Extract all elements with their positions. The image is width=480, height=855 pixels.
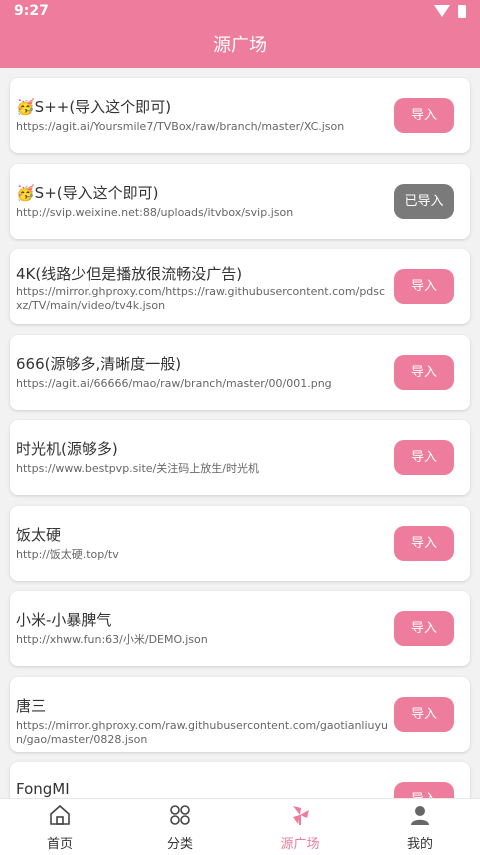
import-button[interactable]: 导入 [394,526,454,561]
source-card: FongMI 导入 [10,762,470,798]
tab-label: 源广场 [280,837,320,852]
category-icon [170,805,190,825]
source-card: 4K(线路少但是播放很流畅没广告) https://mirror.ghproxy… [10,249,470,324]
source-url: https://www.bestpvp.site/关注码上放生/时光机 [16,462,259,475]
home-icon [50,804,70,825]
source-title: 666(源够多,清晰度一般) [16,355,182,373]
tab-label: 首页 [46,837,73,852]
source-title: 4K(线路少但是播放很流畅没广告) [16,265,243,283]
import-button[interactable]: 导入 [394,98,454,133]
import-button[interactable]: 导入 [394,782,454,798]
source-title: 🥳S+(导入这个即可) [16,184,159,202]
source-title: 饭太硬 [16,526,62,544]
source-card: 🥳S+(导入这个即可) http://svip.weixine.net:88/u… [10,164,470,239]
imported-button[interactable]: 已导入 [394,184,454,219]
source-url: http://饭太硬.top/tv [16,548,119,561]
page-title: 源广场 [213,35,267,56]
source-url: https://mirror.ghproxy.com/https://raw.g… [16,285,386,312]
source-url: https://mirror.ghproxy.com/raw.githubuse… [16,719,388,746]
wifi-icon [434,5,450,17]
source-title: 时光机(源够多) [16,440,118,458]
source-card: 小米-小暴脾气 http://xhww.fun:63/小米/DEMO.json … [10,591,470,666]
source-card: 666(源够多,清晰度一般) https://agit.ai/66666/mao… [10,335,470,410]
app-bar: 源广场 [0,24,480,68]
source-title: 小米-小暴脾气 [16,611,112,629]
source-url: https://agit.ai/Yoursmile7/TVBox/raw/bra… [16,120,345,133]
tab-label: 我的 [406,837,433,852]
tab-profile[interactable]: 我的 [360,799,480,855]
import-button[interactable]: 导入 [394,269,454,304]
source-card: 时光机(源够多) https://www.bestpvp.site/关注码上放生… [10,420,470,495]
battery-icon [458,5,466,18]
status-time: 9:27 [14,3,49,19]
source-card: 饭太硬 http://饭太硬.top/tv 导入 [10,506,470,581]
tab-home[interactable]: 首页 [0,799,120,855]
source-title: FongMI [16,780,70,798]
source-url: https://agit.ai/66666/mao/raw/branch/mas… [16,377,332,390]
source-list[interactable]: 🥳S++(导入这个即可) https://agit.ai/Yoursmile7/… [0,68,480,798]
source-url: http://xhww.fun:63/小米/DEMO.json [16,633,208,646]
status-bar: 9:27 [0,0,480,24]
bottom-nav: 首页 分类 源广场 我的 [0,798,480,855]
tab-source-plaza[interactable]: 源广场 [240,799,360,855]
source-card: 🥳S++(导入这个即可) https://agit.ai/Yoursmile7/… [10,78,470,153]
source-title: 🥳S++(导入这个即可) [16,98,172,116]
tab-label: 分类 [166,837,193,852]
tab-category[interactable]: 分类 [120,799,240,855]
source-url: http://svip.weixine.net:88/uploads/itvbo… [16,206,294,219]
source-card: 唐三 https://mirror.ghproxy.com/raw.github… [10,677,470,752]
source-plaza-icon [293,806,309,825]
import-button[interactable]: 导入 [394,355,454,390]
import-button[interactable]: 导入 [394,440,454,475]
import-button[interactable]: 导入 [394,611,454,646]
import-button[interactable]: 导入 [394,697,454,732]
source-title: 唐三 [16,697,47,715]
profile-icon [411,806,429,825]
